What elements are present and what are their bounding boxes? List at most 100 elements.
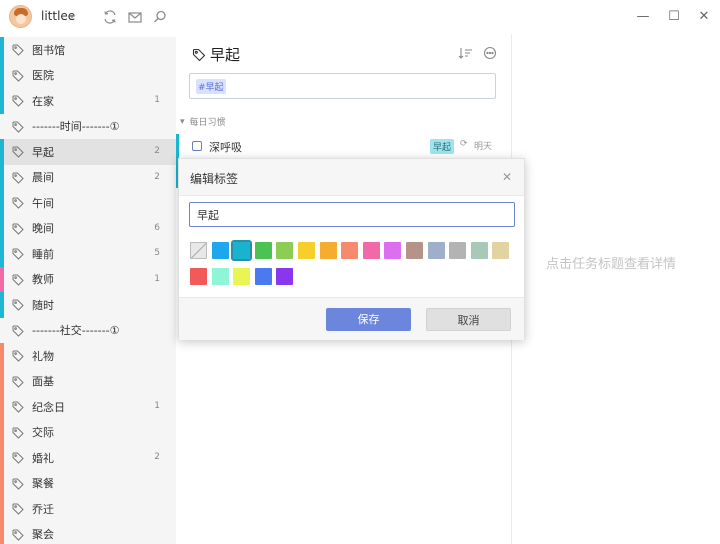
sidebar-item[interactable]: 聚会	[0, 521, 176, 544]
color-swatch[interactable]	[406, 242, 423, 259]
sidebar-item-label: 随时	[32, 298, 54, 312]
close-button[interactable]: ✕	[694, 8, 714, 26]
sidebar-item[interactable]: 医院	[0, 62, 176, 88]
color-swatch[interactable]	[190, 268, 207, 285]
cancel-button[interactable]: 取消	[426, 308, 511, 331]
page-title: 早起	[192, 44, 240, 65]
tag-color-bar	[0, 394, 4, 420]
sidebar-item-count: 5	[154, 248, 160, 258]
chevron-down-icon[interactable]: ▾	[70, 12, 74, 21]
tag-icon	[12, 529, 24, 541]
detail-panel: 点击任务标题查看详情	[511, 34, 720, 544]
tag-name-input[interactable]: 早起	[189, 202, 515, 227]
sidebar-item-label: 在家	[32, 94, 54, 108]
tag-color-bar	[0, 292, 4, 318]
maximize-button[interactable]: ☐	[664, 8, 684, 26]
no-color-swatch[interactable]	[190, 242, 207, 259]
task-tag-badge[interactable]: 早起	[430, 139, 455, 154]
save-button[interactable]: 保存	[326, 308, 411, 331]
color-swatch[interactable]	[384, 242, 402, 259]
more-icon[interactable]	[483, 46, 497, 60]
color-swatch[interactable]	[427, 242, 445, 259]
tag-color-bar	[0, 445, 4, 471]
sidebar-item[interactable]: 礼物	[0, 343, 176, 369]
sync-icon[interactable]	[102, 9, 118, 25]
sidebar-item[interactable]: 早起 2	[0, 139, 176, 165]
sidebar-item[interactable]: 午间	[0, 190, 176, 216]
color-swatch[interactable]	[211, 242, 229, 259]
tag-icon	[12, 503, 24, 515]
sidebar-item-label: 聚餐	[32, 477, 54, 491]
sidebar-item[interactable]: 纪念日 1	[0, 394, 176, 420]
color-swatch[interactable]	[276, 242, 294, 259]
tag-color-bar	[0, 343, 4, 369]
sidebar-item-label: 教师	[32, 273, 54, 287]
tag-color-bar	[0, 266, 4, 292]
sidebar-item-label: 晚间	[32, 222, 54, 236]
sidebar-item-count: 1	[154, 95, 160, 105]
color-swatch[interactable]	[362, 242, 380, 259]
tag-color-bar	[0, 241, 4, 267]
sidebar-item[interactable]: 婚礼 2	[0, 445, 176, 471]
color-swatch[interactable]	[492, 242, 510, 259]
color-swatch[interactable]	[211, 268, 229, 285]
sidebar-item[interactable]: 面基	[0, 368, 176, 394]
minimize-button[interactable]: —	[633, 8, 653, 26]
search-icon[interactable]	[152, 9, 168, 25]
sidebar-item[interactable]: -------社交-------①	[0, 318, 176, 344]
color-swatch[interactable]	[254, 268, 272, 285]
sidebar-item-label: 面基	[32, 375, 54, 389]
tag-color-bar	[0, 37, 4, 63]
sidebar-item[interactable]: -------时间-------①	[0, 114, 176, 140]
color-swatch[interactable]	[470, 242, 488, 259]
sidebar-item-label: 医院	[32, 69, 54, 83]
close-icon[interactable]: ✕	[502, 170, 512, 184]
color-swatch[interactable]	[254, 242, 272, 259]
repeat-icon: ⟳	[460, 139, 468, 149]
title-tools	[458, 46, 497, 60]
color-swatch[interactable]	[233, 268, 251, 285]
sidebar-item[interactable]: 聚餐	[0, 470, 176, 496]
tag-icon	[192, 48, 206, 61]
sidebar-item[interactable]: 睡前 5	[0, 241, 176, 267]
color-swatch[interactable]	[319, 242, 337, 259]
color-swatch[interactable]	[276, 268, 294, 285]
sidebar-item[interactable]: 随时	[0, 292, 176, 318]
sidebar-item[interactable]: 在家 1	[0, 88, 176, 114]
sidebar-item-count: 1	[154, 273, 160, 284]
sidebar-item[interactable]: 晚间 6	[0, 215, 176, 241]
add-task-input[interactable]: #早起	[189, 73, 496, 99]
sidebar-item[interactable]: 教师 1	[0, 266, 176, 292]
color-swatch[interactable]	[298, 242, 315, 259]
tag-color-bar	[0, 470, 4, 496]
sidebar-item[interactable]: 图书馆	[0, 37, 176, 63]
tag-icon	[12, 325, 24, 337]
color-swatch[interactable]	[231, 240, 253, 261]
tag-icon	[12, 274, 24, 286]
task-title[interactable]: 深呼吸	[209, 139, 242, 155]
sidebar-item-label: 午间	[32, 196, 54, 210]
sidebar-item-label: 早起	[32, 145, 54, 159]
section-header[interactable]: ▾ 每日习惯	[180, 115, 226, 129]
sidebar-item-label: 晨间	[32, 171, 54, 185]
tag-color-bar	[0, 215, 4, 241]
tag-icon	[12, 146, 24, 158]
sidebar-item[interactable]: 晨间 2	[0, 164, 176, 190]
sidebar-item-label: 睡前	[32, 247, 54, 261]
section-header-label: 每日习惯	[189, 118, 226, 128]
avatar[interactable]	[9, 5, 32, 28]
tag-icon	[12, 376, 24, 388]
task-row[interactable]: 深呼吸 早起 ⟳ 明天	[176, 134, 511, 188]
task-checkbox[interactable]	[192, 141, 202, 151]
mail-icon[interactable]	[127, 9, 143, 25]
tag-color-bar	[0, 139, 4, 165]
color-swatch[interactable]	[341, 242, 359, 259]
tag-color-bar	[0, 419, 4, 445]
sidebar-item[interactable]: 乔迁	[0, 496, 176, 522]
sidebar-item[interactable]: 交际	[0, 419, 176, 445]
tag-color-bar	[0, 190, 4, 216]
sort-icon[interactable]	[458, 46, 473, 60]
dialog-header: 编辑标签 ✕	[179, 159, 524, 196]
color-swatch[interactable]	[449, 242, 467, 259]
sidebar-item-label: 纪念日	[32, 400, 65, 414]
